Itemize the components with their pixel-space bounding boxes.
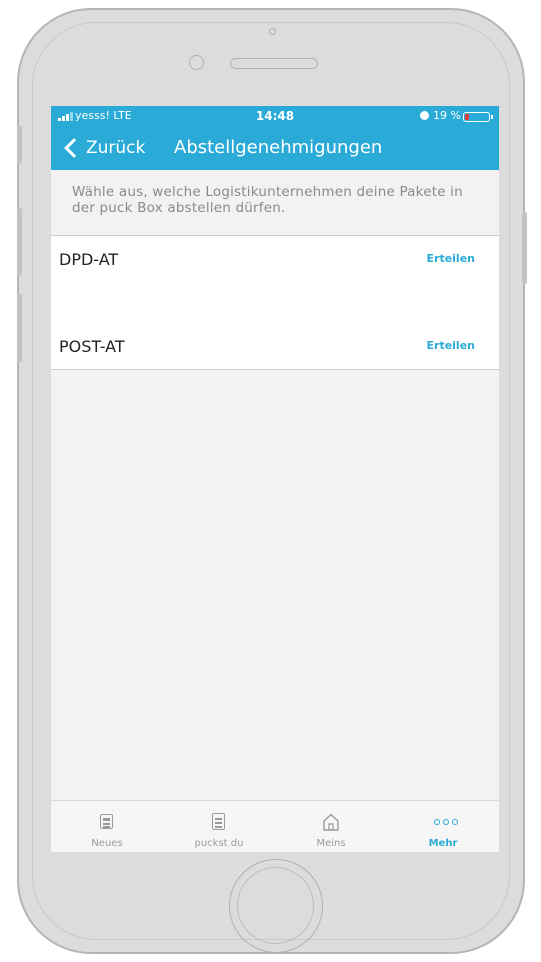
phone-power-button xyxy=(522,212,527,284)
chevron-left-icon xyxy=(64,138,84,158)
battery-icon xyxy=(463,112,490,122)
battery-tip xyxy=(491,115,493,119)
home-icon xyxy=(323,813,339,831)
box-icon xyxy=(210,812,228,832)
app-screen: yesss! LTE 14:48 19 % Zurück Abstellgene… xyxy=(51,106,499,852)
news-icon xyxy=(98,812,116,832)
tab-label: Meins xyxy=(316,838,346,849)
more-icon xyxy=(434,812,458,832)
header: yesss! LTE 14:48 19 % Zurück Abstellgene… xyxy=(51,106,499,170)
battery-percent: 19 % xyxy=(433,109,461,122)
front-camera xyxy=(269,28,276,35)
tab-mehr[interactable]: Mehr xyxy=(387,801,499,852)
tab-label: Mehr xyxy=(428,838,458,849)
battery-level xyxy=(465,114,469,120)
carrier-row-dpd: DPD-AT Erteilen xyxy=(51,236,499,276)
tab-puckst-du[interactable]: puckst du xyxy=(163,801,275,852)
back-label: Zurück xyxy=(86,138,146,158)
carrier-name: POST-AT xyxy=(59,337,125,356)
grant-button-dpd[interactable]: Erteilen xyxy=(427,252,476,265)
description-text: Wähle aus, welche Logistikunternehmen de… xyxy=(72,184,463,216)
tab-neues[interactable]: Neues xyxy=(51,801,163,852)
tab-meins[interactable]: Meins xyxy=(275,801,387,852)
carrier-row-post: POST-AT Erteilen xyxy=(51,323,499,363)
clock: 14:48 xyxy=(255,109,295,123)
tab-bar: Neues puckst du Meins Mehr xyxy=(51,800,499,852)
status-bar: yesss! LTE 14:48 19 % xyxy=(51,106,499,126)
carrier-name: DPD-AT xyxy=(59,250,119,269)
phone-volume-down xyxy=(17,294,22,362)
back-button[interactable]: Zurück xyxy=(63,133,145,163)
phone-volume-up xyxy=(17,208,22,276)
tab-label: Neues xyxy=(91,838,123,849)
alarm-icon xyxy=(420,111,429,120)
page-title: Abstellgenehmigungen xyxy=(174,137,383,158)
earpiece-speaker xyxy=(230,58,318,69)
phone-silent-switch xyxy=(17,126,22,164)
grant-button-post[interactable]: Erteilen xyxy=(427,339,476,352)
proximity-sensor xyxy=(189,55,204,70)
tab-label: puckst du xyxy=(194,838,244,849)
home-button[interactable] xyxy=(229,859,323,953)
carrier-list: DPD-AT Erteilen POST-AT Erteilen xyxy=(51,235,499,370)
